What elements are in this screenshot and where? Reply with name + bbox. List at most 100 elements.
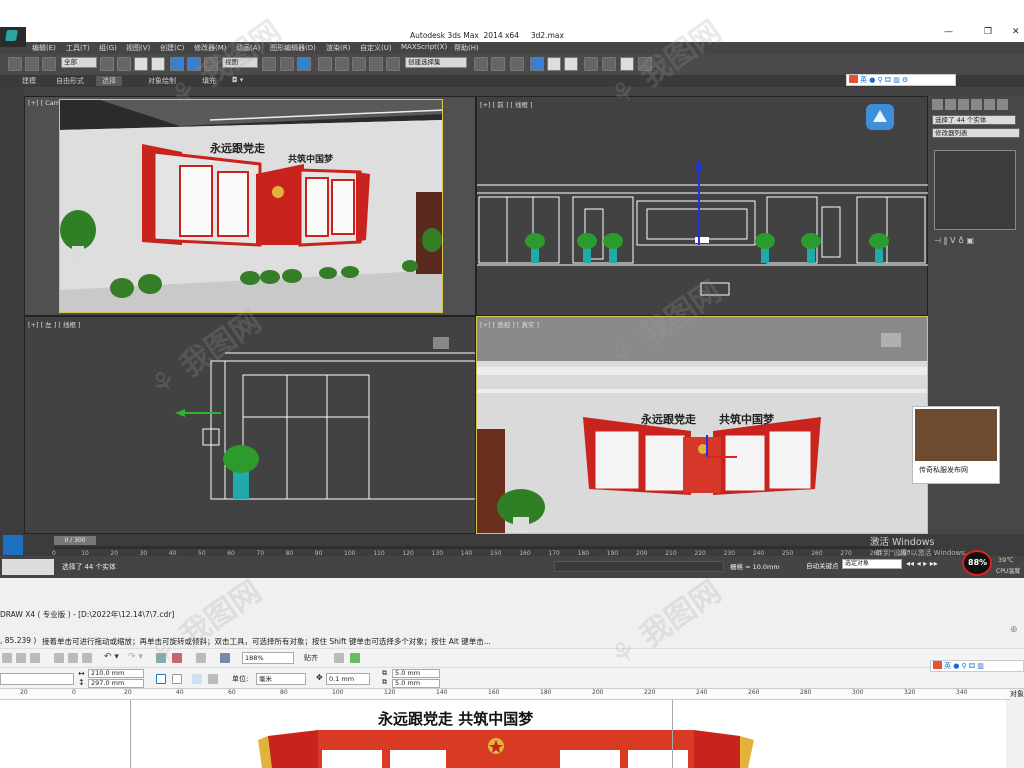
save-icon[interactable] (30, 653, 40, 663)
welcome-icon[interactable] (220, 653, 230, 663)
popup-ad[interactable]: 传奇私服发布网 (912, 406, 1000, 484)
rect-selection-icon[interactable] (134, 57, 148, 71)
menu-graph-editors[interactable]: 图形编辑器(D) (270, 43, 316, 53)
minimize-icon[interactable]: — (944, 27, 953, 37)
restore-icon[interactable]: ❐ (984, 27, 992, 37)
coordinate-fields[interactable] (554, 561, 724, 572)
percent-snap-icon[interactable] (352, 57, 366, 71)
coreldraw-help-icon[interactable]: ⊕ (1010, 625, 1018, 635)
select-object-icon[interactable] (100, 57, 114, 71)
vertical-scrollbar[interactable] (1006, 700, 1024, 768)
selection-filter-select[interactable]: 全部 (61, 57, 97, 68)
ime-toolbar[interactable]: 英 ● ⚲ ⚃ ▥ ⚙ (846, 74, 956, 86)
ribbon-options-icon[interactable]: ◘ ▾ (232, 76, 243, 84)
move-icon[interactable] (170, 57, 184, 71)
redo-icon[interactable]: ↷ ▾ (128, 652, 143, 662)
rendered-frame-icon[interactable] (620, 57, 634, 71)
viewport-camera[interactable]: [+] [ Camera 永远跟党走 共筑中国梦 (24, 96, 476, 316)
page-height-field[interactable]: 297.0 mm (88, 679, 144, 688)
selection-name-field[interactable]: 选择了 44 个实体 (932, 115, 1016, 125)
select-manipulate-icon[interactable] (280, 57, 294, 71)
menu-create[interactable]: 创建(C) (160, 43, 184, 53)
keyboard-shortcut-icon[interactable] (297, 57, 311, 71)
select-by-name-icon[interactable] (117, 57, 131, 71)
menu-help[interactable]: 帮助(H) (454, 43, 479, 53)
page-size-select[interactable] (0, 673, 74, 685)
viewcube-icon[interactable] (866, 104, 894, 130)
menu-modifiers[interactable]: 修改器(M) (194, 43, 227, 53)
options-icon[interactable] (334, 653, 344, 663)
menu-tools[interactable]: 工具(T) (66, 43, 90, 53)
curve-editor-icon[interactable] (547, 57, 561, 71)
stack-controls-icon[interactable]: ⊣ ‖ Ⅴ ♁ ▣ (934, 236, 1020, 246)
application-launcher-icon[interactable] (196, 653, 206, 663)
portrait-icon[interactable] (156, 674, 166, 684)
max-app-logo-icon[interactable] (0, 27, 26, 47)
viewport-front[interactable]: [+] [ 前 ] [ 线框 ] (476, 96, 929, 316)
ribbon-tab-object-paint[interactable]: 对象绘制 (148, 76, 176, 86)
named-selection-select[interactable]: 创建选择集 (405, 57, 467, 68)
auto-key-button[interactable]: 自动关键点 (806, 560, 839, 570)
maxscript-listener[interactable] (2, 559, 54, 575)
ime-toolbar-2[interactable]: 英 ● ⚲ ⚃ ▥ (930, 660, 1024, 672)
set-key-select[interactable]: 选定对象 (842, 559, 902, 569)
current-page-icon[interactable] (208, 674, 218, 684)
angle-snap-icon[interactable] (335, 57, 349, 71)
rotate-icon[interactable] (187, 57, 201, 71)
ribbon-tab-populate[interactable]: 填充 (202, 76, 216, 86)
copy-icon[interactable] (68, 653, 78, 663)
utilities-tab-icon[interactable] (997, 99, 1008, 110)
menu-maxscript[interactable]: MAXScript(X) (401, 43, 447, 51)
modifier-list-select[interactable]: 修改器列表 (932, 128, 1020, 138)
ribbon-tab-modeling[interactable]: 建模 (22, 76, 36, 86)
graphite-icon[interactable] (530, 57, 544, 71)
link-icon[interactable] (25, 57, 39, 71)
modify-tab-icon[interactable] (945, 99, 956, 110)
paste-icon[interactable] (82, 653, 92, 663)
schematic-view-icon[interactable] (564, 57, 578, 71)
menu-customize[interactable]: 自定义(U) (360, 43, 392, 53)
render-production-icon[interactable] (638, 57, 652, 71)
hierarchy-tab-icon[interactable] (958, 99, 969, 110)
frame-slider[interactable]: 0 / 300 (54, 536, 96, 545)
scale-icon[interactable] (204, 57, 218, 71)
import-icon[interactable] (156, 653, 166, 663)
window-crossing-icon[interactable] (151, 57, 165, 71)
undo-icon[interactable] (8, 57, 22, 71)
reference-coordinate-select[interactable]: 视图 (222, 57, 258, 68)
ribbon-tab-selection[interactable]: 选择 (96, 76, 122, 86)
menu-view[interactable]: 视图(V) (126, 43, 150, 53)
material-editor-icon[interactable] (584, 57, 598, 71)
all-pages-icon[interactable] (192, 674, 202, 684)
modifier-stack[interactable] (934, 150, 1016, 230)
layer-manager-icon[interactable] (510, 57, 524, 71)
undo-icon[interactable]: ↶ ▾ (104, 652, 119, 662)
viewport-perspective[interactable]: [+] [ 透视 ] [ 真实 ] 永远跟党走 共筑中国梦 (476, 316, 928, 534)
unlink-icon[interactable] (42, 57, 56, 71)
spinner-snap-icon[interactable] (369, 57, 383, 71)
snap-icon[interactable] (318, 57, 332, 71)
export-icon[interactable] (172, 653, 182, 663)
open-icon[interactable] (16, 653, 26, 663)
landscape-icon[interactable] (172, 674, 182, 684)
menu-edit[interactable]: 编辑(E) (32, 43, 56, 53)
render-setup-icon[interactable] (602, 57, 616, 71)
viewport-left[interactable]: [+] [ 左 ] [ 线框 ] (24, 316, 476, 534)
duplicate-x-field[interactable]: 5.0 mm (392, 669, 440, 678)
docker-tab-label[interactable]: 对象 (1010, 689, 1024, 699)
edit-named-sel-icon[interactable] (386, 57, 400, 71)
snap-to-button[interactable]: 贴齐 (304, 653, 318, 663)
drawing-canvas[interactable]: 永远跟党走 共筑中国梦 (0, 700, 1006, 768)
new-icon[interactable] (2, 653, 12, 663)
close-icon[interactable]: ✕ (1012, 27, 1020, 37)
display-tab-icon[interactable] (984, 99, 995, 110)
menu-group[interactable]: 组(G) (99, 43, 117, 53)
create-tab-icon[interactable] (932, 99, 943, 110)
cut-icon[interactable] (54, 653, 64, 663)
menu-animation[interactable]: 动画(A) (236, 43, 260, 53)
green-tool-icon[interactable] (350, 653, 360, 663)
mirror-icon[interactable] (474, 57, 488, 71)
playback-controls-icon[interactable]: ◂◂ ◂ ▸ ▸▸ (906, 559, 938, 568)
layout-icon[interactable] (3, 535, 23, 555)
nudge-distance-field[interactable]: 0.1 mm (326, 673, 370, 685)
